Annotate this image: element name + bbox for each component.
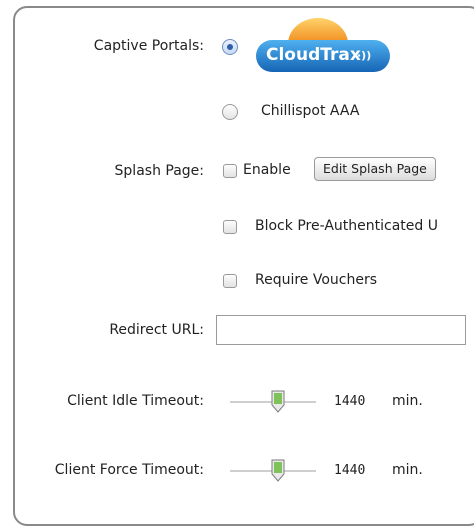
splash-enable-label: Enable	[243, 162, 291, 178]
edit-splash-page-button[interactable]: Edit Splash Page	[314, 157, 436, 181]
force-timeout-slider-thumb[interactable]	[271, 459, 285, 482]
slider-thumb-icon	[271, 459, 285, 482]
redirect-url-label: Redirect URL:	[109, 322, 204, 338]
cloudtrax-logo-text: CloudTrax	[266, 45, 361, 65]
splash-page-label: Splash Page:	[114, 163, 204, 179]
cloudtrax-logo: CloudTrax ·))	[254, 16, 394, 74]
client-force-timeout-label: Client Force Timeout:	[54, 462, 204, 478]
captive-portals-label: Captive Portals:	[93, 38, 204, 54]
idle-timeout-unit: min.	[392, 393, 423, 409]
force-timeout-unit: min.	[392, 462, 423, 478]
client-idle-timeout-label: Client Idle Timeout:	[67, 393, 204, 409]
cloudtrax-radio[interactable]	[222, 39, 238, 55]
chillispot-label: Chillispot AAA	[261, 103, 360, 119]
splash-enable-checkbox[interactable]	[223, 164, 237, 178]
slider-thumb-icon	[271, 390, 285, 413]
require-vouchers-checkbox[interactable]	[223, 274, 237, 288]
force-timeout-value: 1440	[334, 463, 366, 478]
settings-panel	[13, 6, 474, 526]
block-preauth-label: Block Pre-Authenticated U	[255, 218, 438, 234]
require-vouchers-label: Require Vouchers	[255, 272, 378, 288]
block-preauth-checkbox[interactable]	[223, 220, 237, 234]
idle-timeout-value: 1440	[334, 394, 366, 409]
chillispot-radio[interactable]	[222, 104, 238, 120]
idle-timeout-slider-thumb[interactable]	[271, 390, 285, 413]
redirect-url-input[interactable]	[216, 315, 466, 345]
cloudtrax-logo-suffix: ·))	[357, 49, 372, 62]
